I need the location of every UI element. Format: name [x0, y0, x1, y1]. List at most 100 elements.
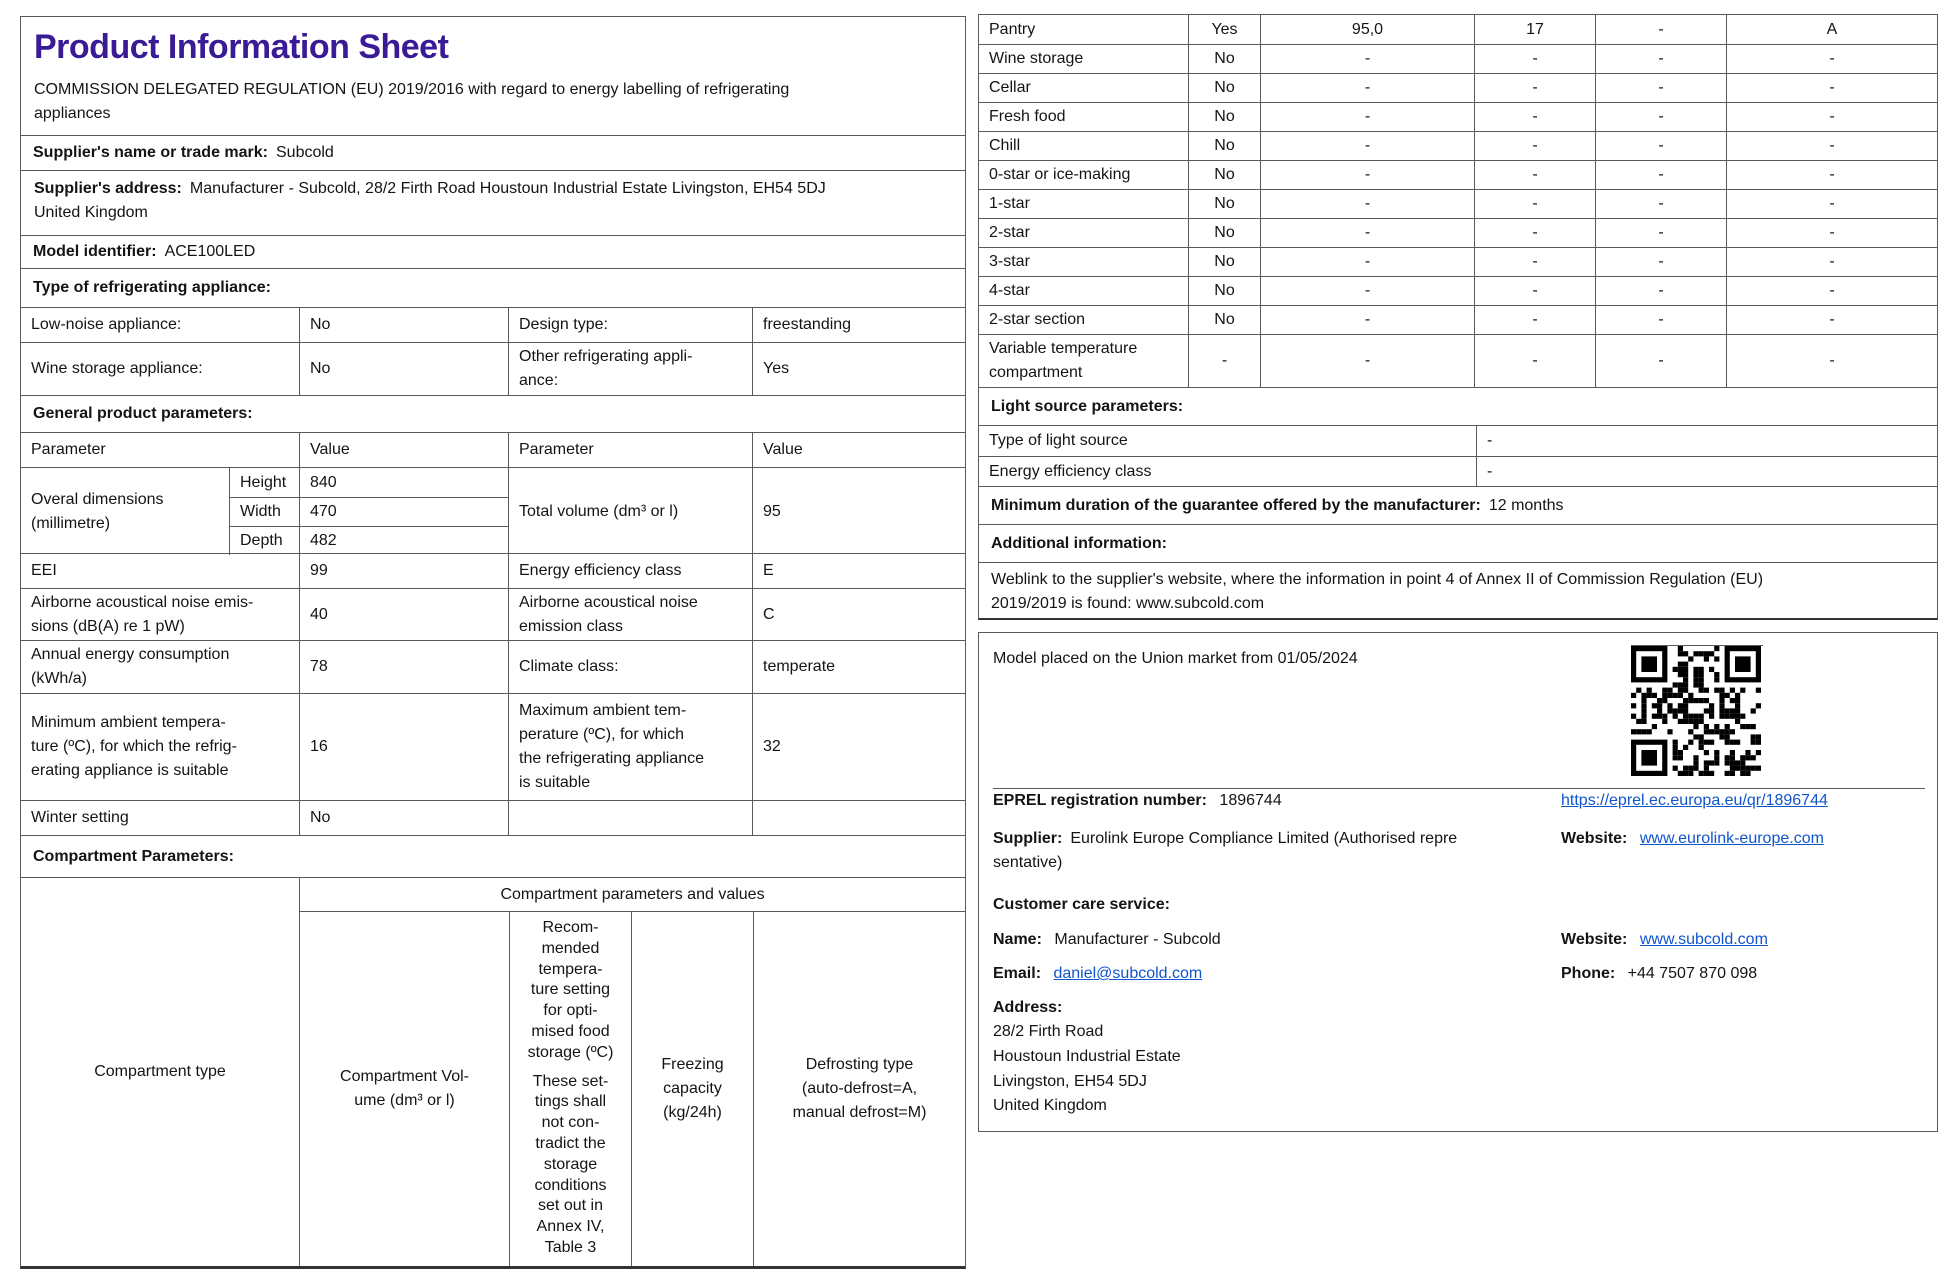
span-header-compartment-values: Compartment parameters and values — [300, 878, 965, 911]
param-low-noise: Low-noise appliance: — [21, 308, 299, 342]
cell-present: Yes — [1188, 15, 1260, 44]
compartment-values-header: Compartment parameters and values Compar… — [299, 878, 965, 1266]
cell-volume: - — [1260, 73, 1474, 102]
param-eei: EEI — [21, 554, 299, 588]
value-energy-class: E — [752, 554, 965, 588]
supplier-name-label: Supplier's name or trade mark: — [33, 141, 268, 165]
cell-present: No — [1188, 218, 1260, 247]
cell-type-3-star: 3-star — [979, 247, 1188, 276]
column-header-defrosting: Defrosting type (auto-defrost=A, manual … — [753, 912, 965, 1266]
cell-defrost: - — [1726, 305, 1937, 334]
cell-defrost: - — [1726, 334, 1937, 387]
authorised-supplier-label: Supplier: — [993, 830, 1062, 847]
guarantee-row: Minimum duration of the guarantee offere… — [979, 486, 1937, 524]
cell-freezing: - — [1595, 15, 1726, 44]
type-section-header: Type of refrigerating appliance: — [21, 268, 965, 307]
eprel-row: EPREL registration number: 1896744 https… — [993, 789, 1925, 813]
compartment-rows-table: Pantry Yes 95,0 17 - A Wine storage No -… — [979, 15, 1937, 387]
care-email-row: Email: daniel@subcold.com Phone: +44 750… — [993, 962, 1925, 986]
care-name-value: Manufacturer - Subcold — [1054, 931, 1220, 948]
supplier-name-value: Subcold — [276, 141, 334, 165]
cell-temp: - — [1474, 334, 1595, 387]
value-empty — [752, 801, 965, 835]
cell-defrost: - — [1726, 44, 1937, 73]
cell-temp: - — [1474, 247, 1595, 276]
param-empty — [508, 801, 752, 835]
value-eei: 99 — [299, 554, 508, 588]
param-noise-class: Airborne acoustical noise emission class — [508, 589, 752, 641]
cell-volume: - — [1260, 305, 1474, 334]
cell-freezing: - — [1595, 160, 1726, 189]
cell-volume: - — [1260, 44, 1474, 73]
left-panel: Product Information Sheet COMMISSION DEL… — [20, 16, 966, 1269]
cell-type-pantry: Pantry — [979, 15, 1188, 44]
light-source-table: Type of light source - Energy efficiency… — [979, 425, 1937, 486]
general-row-winter: Winter setting No — [21, 800, 965, 835]
address-lines: 28/2 Firth Road Houstoun Industrial Esta… — [993, 1020, 1925, 1119]
value-wine-storage: No — [299, 343, 508, 395]
eurolink-website-link[interactable]: www.eurolink-europe.com — [1640, 830, 1824, 847]
dim-depth-label: Depth — [229, 526, 299, 555]
guarantee-value: 12 months — [1489, 494, 1564, 518]
cell-temp: - — [1474, 189, 1595, 218]
eprel-link[interactable]: https://eprel.ec.europa.eu/qr/1896744 — [1561, 792, 1828, 809]
compartment-subheaders: Compartment Vol- ume (dm³ or l) Recom- m… — [300, 911, 965, 1266]
param-total-volume: Total volume (dm³ or l) — [508, 468, 752, 555]
cell-defrost: - — [1726, 189, 1937, 218]
email-link[interactable]: daniel@subcold.com — [1053, 965, 1202, 982]
phone-label: Phone: — [1561, 965, 1615, 982]
column-header-parameter-2: Parameter — [508, 433, 752, 467]
care-address-block: Address: 28/2 Firth Road Houstoun Indust… — [993, 996, 1925, 1119]
value-climate-class: temperate — [752, 641, 965, 693]
general-column-header-row: Parameter Value Parameter Value — [21, 432, 965, 467]
cell-present: No — [1188, 44, 1260, 73]
website-label: Website: — [1561, 830, 1627, 847]
weblink-text: Weblink to the supplier's website, where… — [979, 562, 1937, 618]
cell-type-variable-temp: Variable temperature compartment — [979, 334, 1188, 387]
cell-freezing: - — [1595, 131, 1726, 160]
value-light-efficiency-class: - — [1476, 456, 1937, 486]
cell-defrost: - — [1726, 73, 1937, 102]
cell-type-2-star: 2-star — [979, 218, 1188, 247]
model-identifier-label: Model identifier: — [33, 240, 157, 264]
cell-present: No — [1188, 247, 1260, 276]
type-row-1: Low-noise appliance: No Design type: fre… — [21, 307, 965, 342]
website-label: Website: — [1561, 931, 1627, 948]
cell-type-chill: Chill — [979, 131, 1188, 160]
value-winter-setting: No — [299, 801, 508, 835]
temperature-header-part-2: These set- tings shall not con- tradict … — [533, 1072, 609, 1259]
general-section-header: General product parameters: — [21, 395, 965, 432]
general-row-ambient-temp: Minimum ambient tempera- ture (ºC), for … — [21, 693, 965, 800]
param-energy-class: Energy efficiency class — [508, 554, 752, 588]
care-name-row: Name: Manufacturer - Subcold Website: ww… — [993, 928, 1925, 952]
cell-defrost: - — [1726, 102, 1937, 131]
dim-height-label: Height — [229, 468, 299, 497]
cell-freezing: - — [1595, 276, 1726, 305]
dim-height-value: 840 — [299, 468, 508, 497]
cell-temp: - — [1474, 276, 1595, 305]
cell-temp: - — [1474, 131, 1595, 160]
general-row-energy: Annual energy consumption (kWh/a) 78 Cli… — [21, 640, 965, 693]
phone-value: +44 7507 870 098 — [1628, 965, 1757, 982]
cell-freezing: - — [1595, 102, 1726, 131]
cell-volume: 95,0 — [1260, 15, 1474, 44]
param-other-appliance: Other refrigerating appli- ance: — [508, 343, 752, 395]
cell-freezing: - — [1595, 334, 1726, 387]
authorised-supplier-row: Supplier:Eurolink Europe Compliance Limi… — [993, 827, 1925, 875]
value-annual-energy: 78 — [299, 641, 508, 693]
column-header-parameter-1: Parameter — [21, 433, 299, 467]
dimensions-block: Overal dimensions (millimetre) Height 84… — [21, 467, 965, 553]
column-header-compartment-type: Compartment type — [21, 878, 299, 1266]
column-header-value-1: Value — [299, 433, 508, 467]
type-row-2: Wine storage appliance: No Other refrige… — [21, 342, 965, 395]
temperature-header-part-1: Recom- mended tempera- ture setting for … — [528, 918, 614, 1064]
column-header-value-2: Value — [752, 433, 965, 467]
cell-temp: 17 — [1474, 15, 1595, 44]
general-row-noise: Airborne acoustical noise emis- sions (d… — [21, 588, 965, 640]
subcold-website-link[interactable]: www.subcold.com — [1640, 931, 1768, 948]
cell-present: No — [1188, 73, 1260, 102]
eprel-value: 1896744 — [1219, 792, 1281, 809]
model-identifier-row: Model identifier: ACE100LED — [21, 235, 965, 268]
cell-volume: - — [1260, 160, 1474, 189]
title-block: Product Information Sheet COMMISSION DEL… — [21, 17, 965, 135]
